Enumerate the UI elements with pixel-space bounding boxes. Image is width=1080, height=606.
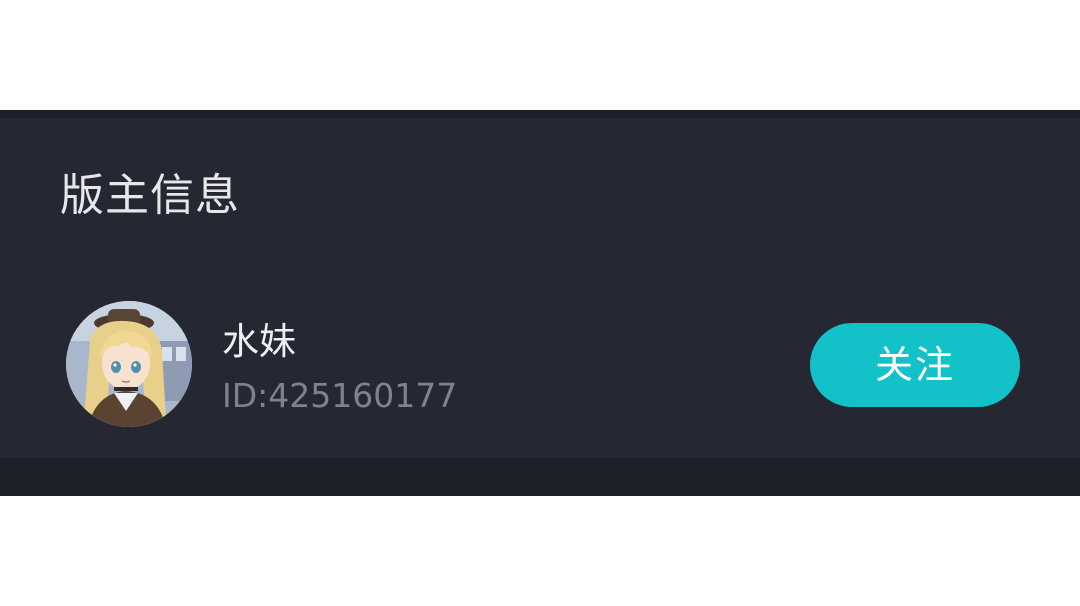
top-divider-bar bbox=[0, 110, 1080, 118]
bottom-divider-bar bbox=[0, 458, 1080, 496]
avatar-anime-girl-icon bbox=[66, 301, 192, 427]
moderator-name[interactable]: 水妹 bbox=[222, 318, 296, 366]
avatar[interactable] bbox=[66, 301, 192, 427]
section-title: 版主信息 bbox=[60, 170, 240, 221]
moderator-id: ID:425160177 bbox=[222, 376, 458, 415]
follow-button[interactable]: 关注 bbox=[810, 323, 1020, 407]
